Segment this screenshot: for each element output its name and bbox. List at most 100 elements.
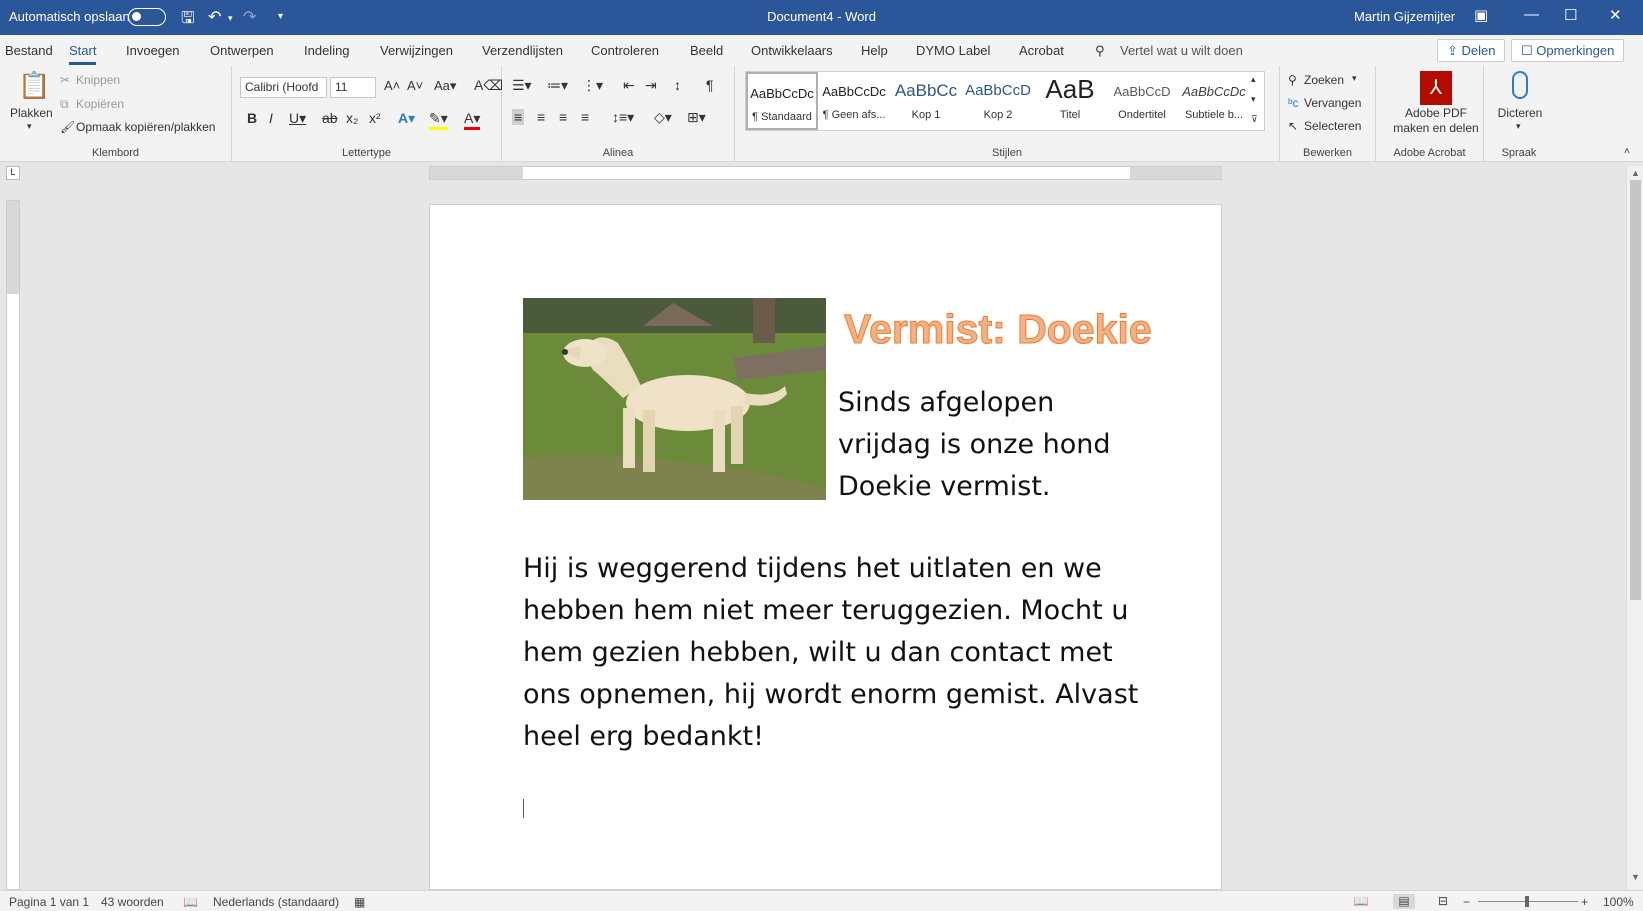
copy-button[interactable]: Kopiëren (76, 97, 124, 111)
comments-button[interactable]: ☐ Opmerkingen (1511, 39, 1625, 62)
tab-help[interactable]: Help (861, 43, 888, 58)
minimize-icon[interactable]: — (1524, 6, 1539, 23)
paste-icon[interactable]: 📋 (18, 70, 50, 101)
scrollbar-thumb[interactable] (1630, 180, 1641, 600)
bold-icon[interactable]: B (247, 110, 257, 126)
tab-invoegen[interactable]: Invoegen (126, 43, 180, 58)
tab-ontwerpen[interactable]: Ontwerpen (210, 43, 274, 58)
proofing-icon[interactable]: 📖 (183, 895, 198, 909)
styles-scroll-up-icon[interactable]: ▴ (1251, 74, 1256, 85)
read-mode-icon[interactable]: 📖 (1350, 894, 1372, 909)
document-heading[interactable]: Vermist: Doekie (844, 306, 1153, 353)
find-dropdown-icon[interactable]: ▾ (1352, 73, 1357, 84)
paste-button[interactable]: Plakken (10, 106, 53, 120)
clear-formatting-icon[interactable]: A⌫ (474, 77, 503, 94)
font-color-icon[interactable]: A▾ (464, 110, 481, 130)
style-titel[interactable]: AaB Titel (1034, 72, 1106, 130)
numbering-icon[interactable]: ≔▾ (547, 77, 568, 94)
change-case-icon[interactable]: Aa▾ (434, 78, 456, 94)
body-paragraph[interactable]: Hij is weggerend tijdens het uitlaten en… (523, 548, 1143, 758)
web-layout-icon[interactable]: ⊟ (1432, 894, 1454, 909)
font-name-select[interactable]: Calibri (Hoofd (240, 77, 327, 98)
vertical-scrollbar[interactable]: ▲ ▼ (1626, 166, 1643, 890)
style-subtiele-benadrukking[interactable]: AaBbCcDc Subtiele b... (1178, 72, 1250, 130)
justify-icon[interactable]: ≡ (581, 109, 589, 125)
share-button[interactable]: ⇪ Delen (1437, 39, 1506, 62)
word-count[interactable]: 43 woorden (101, 895, 164, 909)
select-button[interactable]: Selecteren (1304, 119, 1361, 133)
adobe-pdf-icon[interactable]: ⅄ (1420, 71, 1452, 105)
macro-recording-icon[interactable]: ▦ (354, 895, 365, 909)
multilevel-list-icon[interactable]: ⋮▾ (582, 77, 603, 94)
tab-verwijzingen[interactable]: Verwijzingen (380, 43, 453, 58)
align-left-icon[interactable]: ≡ (512, 109, 525, 125)
find-button[interactable]: Zoeken (1304, 73, 1344, 87)
align-center-icon[interactable]: ≡ (537, 109, 545, 125)
tab-verzendlijsten[interactable]: Verzendlijsten (482, 43, 563, 58)
styles-more-icon[interactable]: ⊽ (1251, 114, 1258, 125)
zoom-in-icon[interactable]: + (1581, 895, 1588, 909)
increase-indent-icon[interactable]: ⇥ (645, 77, 657, 94)
zoom-out-icon[interactable]: − (1463, 895, 1470, 909)
vertical-ruler[interactable] (6, 200, 20, 890)
maximize-icon[interactable]: ☐ (1564, 6, 1577, 24)
tab-start[interactable]: Start (69, 43, 97, 65)
text-effects-icon[interactable]: A▾ (398, 110, 415, 127)
styles-scroll-down-icon[interactable]: ▾ (1251, 94, 1256, 105)
borders-icon[interactable]: ⊞▾ (687, 109, 706, 126)
underline-icon[interactable]: U▾ (289, 110, 306, 127)
zoom-slider-thumb[interactable] (1525, 896, 1529, 907)
shading-icon[interactable]: ◇▾ (654, 109, 672, 126)
ribbon-display-options-icon[interactable]: ▣ (1474, 6, 1488, 24)
intro-paragraph[interactable]: Sinds afgelopen vrijdag is onze hond Doe… (838, 382, 1128, 508)
subscript-icon[interactable]: x₂ (346, 110, 358, 126)
collapse-ribbon-icon[interactable]: ˄ (1624, 146, 1630, 157)
style-geen-afstand[interactable]: AaBbCcDc ¶ Geen afs... (818, 72, 890, 130)
tab-bestand[interactable]: Bestand (5, 43, 53, 58)
close-icon[interactable]: ✕ (1609, 6, 1622, 24)
tab-beeld[interactable]: Beeld (690, 43, 723, 58)
style-standaard[interactable]: AaBbCcDc ¶ Standaard (746, 72, 818, 130)
font-size-select[interactable]: 11 (330, 77, 376, 98)
language-indicator[interactable]: Nederlands (standaard) (213, 895, 339, 909)
tab-acrobat[interactable]: Acrobat (1019, 43, 1064, 58)
replace-button[interactable]: Vervangen (1304, 96, 1361, 110)
style-kop-1[interactable]: AaBbCc Kop 1 (890, 72, 962, 130)
format-painter-button[interactable]: Opmaak kopiëren/plakken (76, 120, 215, 134)
tab-dymo-label[interactable]: DYMO Label (916, 43, 990, 58)
dog-photo[interactable] (523, 298, 826, 500)
shrink-font-icon[interactable]: A˅ (407, 78, 423, 93)
zoom-level[interactable]: 100% (1603, 895, 1634, 909)
line-spacing-icon[interactable]: ↕≡▾ (612, 109, 634, 126)
paste-dropdown-icon[interactable]: ▾ (27, 121, 32, 132)
tab-controleren[interactable]: Controleren (591, 43, 659, 58)
grow-font-icon[interactable]: A˄ (384, 78, 400, 93)
dictate-button[interactable]: Dicteren (1492, 106, 1548, 120)
scroll-up-icon[interactable]: ▲ (1631, 168, 1640, 178)
adobe-pdf-button-line2[interactable]: maken en delen (1388, 121, 1484, 135)
adobe-pdf-button-line1[interactable]: Adobe PDF (1388, 106, 1484, 120)
align-right-icon[interactable]: ≡ (559, 109, 567, 125)
tell-me-search[interactable]: Vertel wat u wilt doen (1120, 43, 1243, 58)
user-name[interactable]: Martin Gijzemijter (1354, 9, 1455, 24)
microphone-icon[interactable] (1512, 71, 1528, 99)
page-count[interactable]: Pagina 1 van 1 (9, 895, 89, 909)
show-formatting-marks-icon[interactable]: ¶ (706, 77, 714, 93)
scroll-down-icon[interactable]: ▼ (1631, 872, 1640, 882)
tab-ontwikkelaars[interactable]: Ontwikkelaars (751, 43, 833, 58)
strikethrough-icon[interactable]: ab (322, 110, 338, 126)
bullets-icon[interactable]: ☰▾ (512, 77, 532, 94)
tab-indeling[interactable]: Indeling (304, 43, 350, 58)
horizontal-ruler[interactable] (429, 166, 1222, 180)
superscript-icon[interactable]: x² (369, 110, 381, 126)
dictate-dropdown-icon[interactable]: ▾ (1516, 121, 1521, 132)
tab-selector[interactable]: L (6, 166, 20, 180)
decrease-indent-icon[interactable]: ⇤ (623, 77, 635, 94)
print-layout-icon[interactable]: ▤ (1393, 894, 1415, 909)
style-ondertitel[interactable]: AaBbCcD Ondertitel (1106, 72, 1178, 130)
document-page[interactable]: Vermist: Doekie Sinds afgelopen vrijdag … (429, 204, 1222, 890)
highlight-icon[interactable]: ✎▾ (429, 110, 448, 130)
italic-icon[interactable]: I (269, 110, 273, 126)
style-kop-2[interactable]: AaBbCcD Kop 2 (962, 72, 1034, 130)
cut-button[interactable]: Knippen (76, 73, 120, 87)
